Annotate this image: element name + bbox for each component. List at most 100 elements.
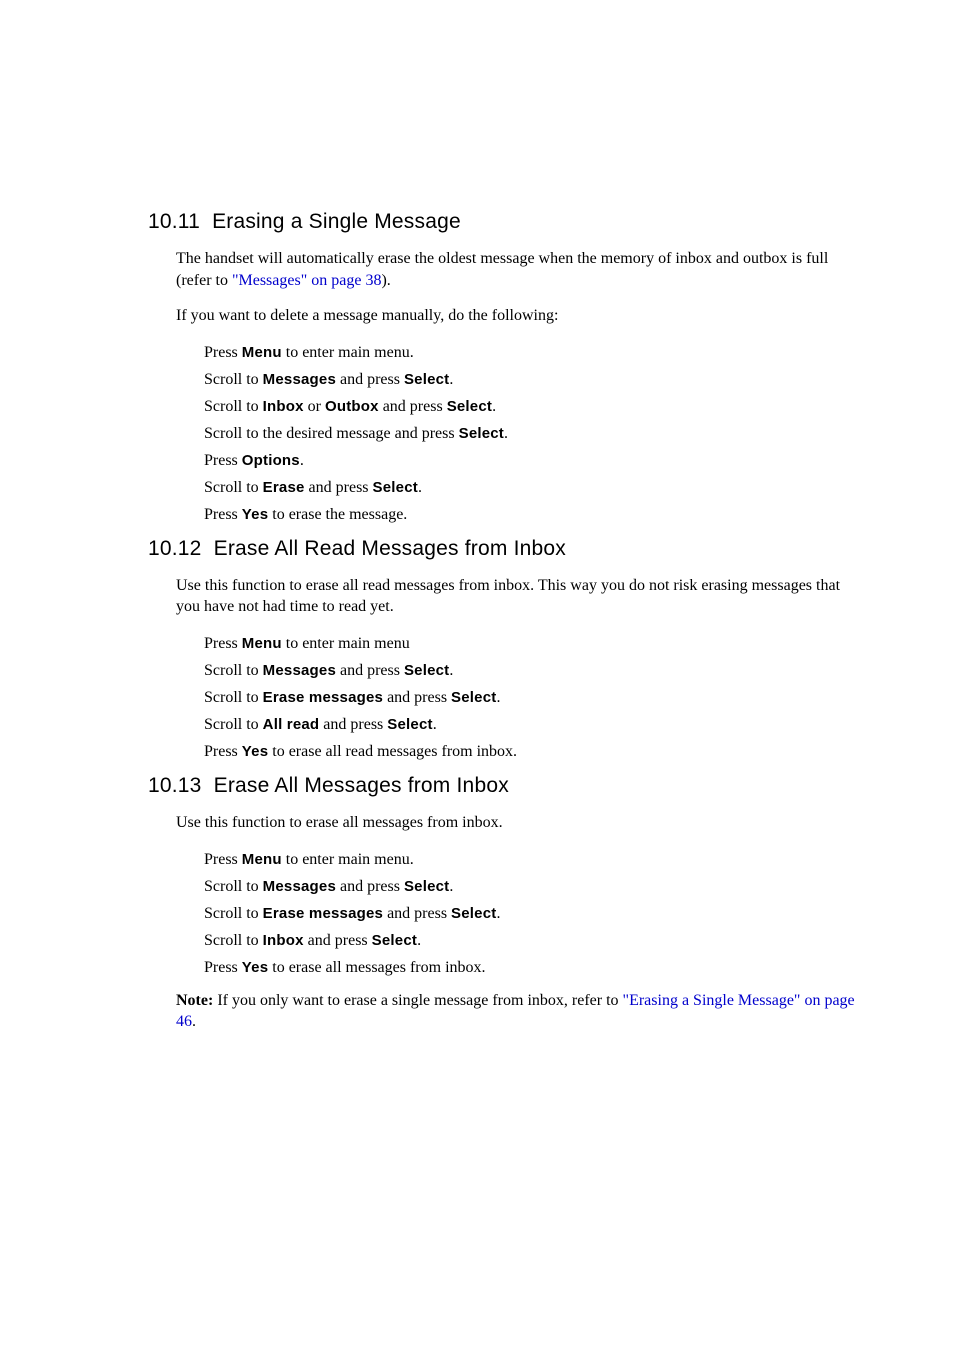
ui-menu: Menu <box>242 635 282 652</box>
section-number: 10.13 <box>148 774 202 798</box>
section-number: 10.11 <box>148 210 200 234</box>
step: Scroll to Erase and press Select. <box>204 476 864 500</box>
ui-all-read: All read <box>263 716 320 733</box>
text: and press <box>305 479 373 496</box>
text: If you only want to erase a single messa… <box>213 992 622 1009</box>
section-10-11-heading: 10.11 Erasing a Single Message <box>148 210 864 234</box>
section3-note: Note: If you only want to erase a single… <box>176 990 864 1033</box>
section3-steps: Press Menu to enter main menu. Scroll to… <box>204 848 864 980</box>
text: . <box>496 905 500 922</box>
step: Scroll to All read and press Select. <box>204 713 864 737</box>
ui-outbox: Outbox <box>325 398 379 415</box>
step: Scroll to Inbox or Outbox and press Sele… <box>204 395 864 419</box>
link-messages-p38[interactable]: "Messages" on page 38 <box>232 272 381 289</box>
section-title: Erase All Messages from Inbox <box>214 774 509 798</box>
text: to erase the message. <box>268 506 407 523</box>
step: Scroll to Messages and press Select. <box>204 875 864 899</box>
step: Scroll to Inbox and press Select. <box>204 929 864 953</box>
text: Scroll to <box>204 662 263 679</box>
ui-menu: Menu <box>242 851 282 868</box>
ui-erase-messages: Erase messages <box>263 905 383 922</box>
text: to erase all messages from inbox. <box>268 959 485 976</box>
step: Press Menu to enter main menu. <box>204 341 864 365</box>
text: Press <box>204 344 242 361</box>
ui-select: Select <box>404 878 449 895</box>
text: Scroll to <box>204 905 263 922</box>
text: to enter main menu <box>282 635 410 652</box>
ui-messages: Messages <box>263 662 336 679</box>
section1-para1: The handset will automatically erase the… <box>176 248 864 291</box>
ui-select: Select <box>447 398 492 415</box>
text: and press <box>304 932 372 949</box>
step: Scroll to the desired message and press … <box>204 422 864 446</box>
ui-erase: Erase <box>263 479 305 496</box>
section-10-12-heading: 10.12 Erase All Read Messages from Inbox <box>148 537 864 561</box>
text: . <box>449 371 453 388</box>
section-title: Erasing a Single Message <box>212 210 461 234</box>
text: Scroll to <box>204 398 263 415</box>
section2-para: Use this function to erase all read mess… <box>176 575 864 618</box>
text: . <box>496 689 500 706</box>
step: Press Menu to enter main menu <box>204 632 864 656</box>
text: and press <box>319 716 387 733</box>
step: Press Menu to enter main menu. <box>204 848 864 872</box>
text: and press <box>379 398 447 415</box>
ui-select: Select <box>459 425 504 442</box>
section1-steps: Press Menu to enter main menu. Scroll to… <box>204 341 864 527</box>
section-number: 10.12 <box>148 537 202 561</box>
ui-yes: Yes <box>242 959 268 976</box>
ui-select: Select <box>373 479 418 496</box>
step: Press Yes to erase the message. <box>204 503 864 527</box>
section-title: Erase All Read Messages from Inbox <box>214 537 566 561</box>
text: . <box>449 662 453 679</box>
text: . <box>504 425 508 442</box>
text: Press <box>204 506 242 523</box>
step: Press Yes to erase all read messages fro… <box>204 740 864 764</box>
ui-erase-messages: Erase messages <box>263 689 383 706</box>
text: Scroll to <box>204 878 263 895</box>
text: ). <box>381 272 390 289</box>
text: to enter main menu. <box>282 344 414 361</box>
ui-select: Select <box>451 905 496 922</box>
text: to enter main menu. <box>282 851 414 868</box>
ui-select: Select <box>372 932 417 949</box>
text: Scroll to <box>204 716 263 733</box>
ui-messages: Messages <box>263 878 336 895</box>
text: Scroll to <box>204 479 263 496</box>
text: . <box>192 1013 196 1030</box>
ui-menu: Menu <box>242 344 282 361</box>
ui-messages: Messages <box>263 371 336 388</box>
step: Press Options. <box>204 449 864 473</box>
text: or <box>304 398 325 415</box>
text: . <box>449 878 453 895</box>
step: Scroll to Erase messages and press Selec… <box>204 686 864 710</box>
text: Press <box>204 743 242 760</box>
text: . <box>300 452 304 469</box>
ui-select: Select <box>404 371 449 388</box>
step: Scroll to Messages and press Select. <box>204 368 864 392</box>
text: Press <box>204 635 242 652</box>
section1-para2: If you want to delete a message manually… <box>176 305 864 327</box>
ui-inbox: Inbox <box>263 932 304 949</box>
text: and press <box>336 878 404 895</box>
text: and press <box>336 662 404 679</box>
section3-para: Use this function to erase all messages … <box>176 812 864 834</box>
text: Scroll to the desired message and press <box>204 425 459 442</box>
step: Scroll to Erase messages and press Selec… <box>204 902 864 926</box>
text: Scroll to <box>204 932 263 949</box>
text: Press <box>204 452 242 469</box>
ui-yes: Yes <box>242 743 268 760</box>
page-content: 10.11 Erasing a Single Message The hands… <box>0 0 954 1033</box>
step: Press Yes to erase all messages from inb… <box>204 956 864 980</box>
text: Press <box>204 851 242 868</box>
text: . <box>417 932 421 949</box>
note-label: Note: <box>176 992 213 1009</box>
ui-inbox: Inbox <box>263 398 304 415</box>
text: and press <box>383 905 451 922</box>
text: . <box>433 716 437 733</box>
text: and press <box>336 371 404 388</box>
ui-select: Select <box>387 716 432 733</box>
text: Press <box>204 959 242 976</box>
ui-options: Options <box>242 452 300 469</box>
ui-select: Select <box>404 662 449 679</box>
